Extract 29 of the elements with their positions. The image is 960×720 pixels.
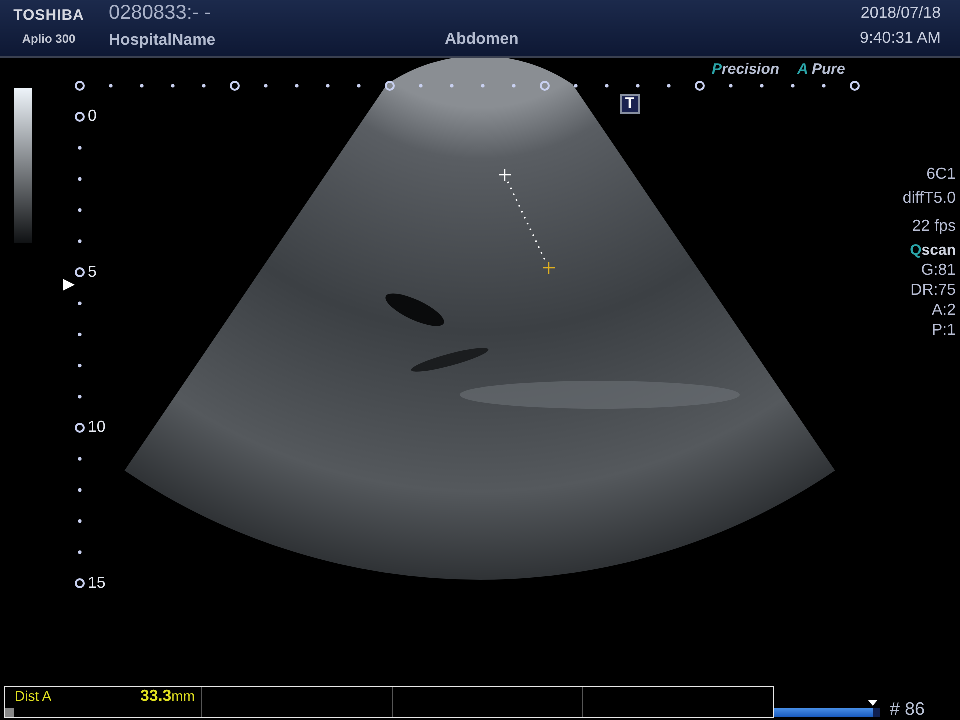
orientation-marker: T — [620, 94, 640, 114]
parameter-label: A:2 — [932, 301, 956, 321]
parameter-label: diffT5.0 — [902, 189, 956, 209]
exam-time: 9:40:31 AM — [860, 30, 941, 48]
parameter-label: DR:75 — [910, 281, 956, 301]
depth-label: 5 — [88, 264, 97, 282]
parameter-label: G:81 — [921, 261, 956, 281]
model-name: Aplio 300 — [22, 32, 76, 46]
depth-label: 15 — [88, 574, 106, 592]
parameter-label: P:1 — [932, 321, 956, 341]
depth-label: 0 — [88, 108, 97, 126]
depth-label: 10 — [88, 419, 106, 437]
marker-square-icon — [5, 708, 14, 717]
frame-number: # 86 — [890, 699, 926, 720]
measurement-value: 33.3mm — [140, 688, 195, 706]
brand-logo: TOSHIBA — [14, 7, 84, 24]
measurement-label: Dist A — [15, 688, 52, 704]
scan-mode-label: Qscan — [910, 241, 956, 261]
patient-id: 0280833:- - — [109, 2, 212, 25]
parameter-label: 6C1 — [926, 165, 956, 185]
image-mode-label: A Pure — [798, 61, 846, 78]
caliper-start-icon — [498, 168, 512, 182]
frame-rate-label: 22 fps — [912, 217, 956, 237]
hospital-name: HospitalName — [109, 32, 217, 50]
image-mode-label: Precision — [712, 61, 780, 78]
exam-date: 2018/07/18 — [860, 5, 941, 23]
caliper-end-icon — [542, 261, 556, 275]
focus-marker-icon — [63, 279, 75, 291]
exam-type: Abdomen — [445, 31, 520, 49]
